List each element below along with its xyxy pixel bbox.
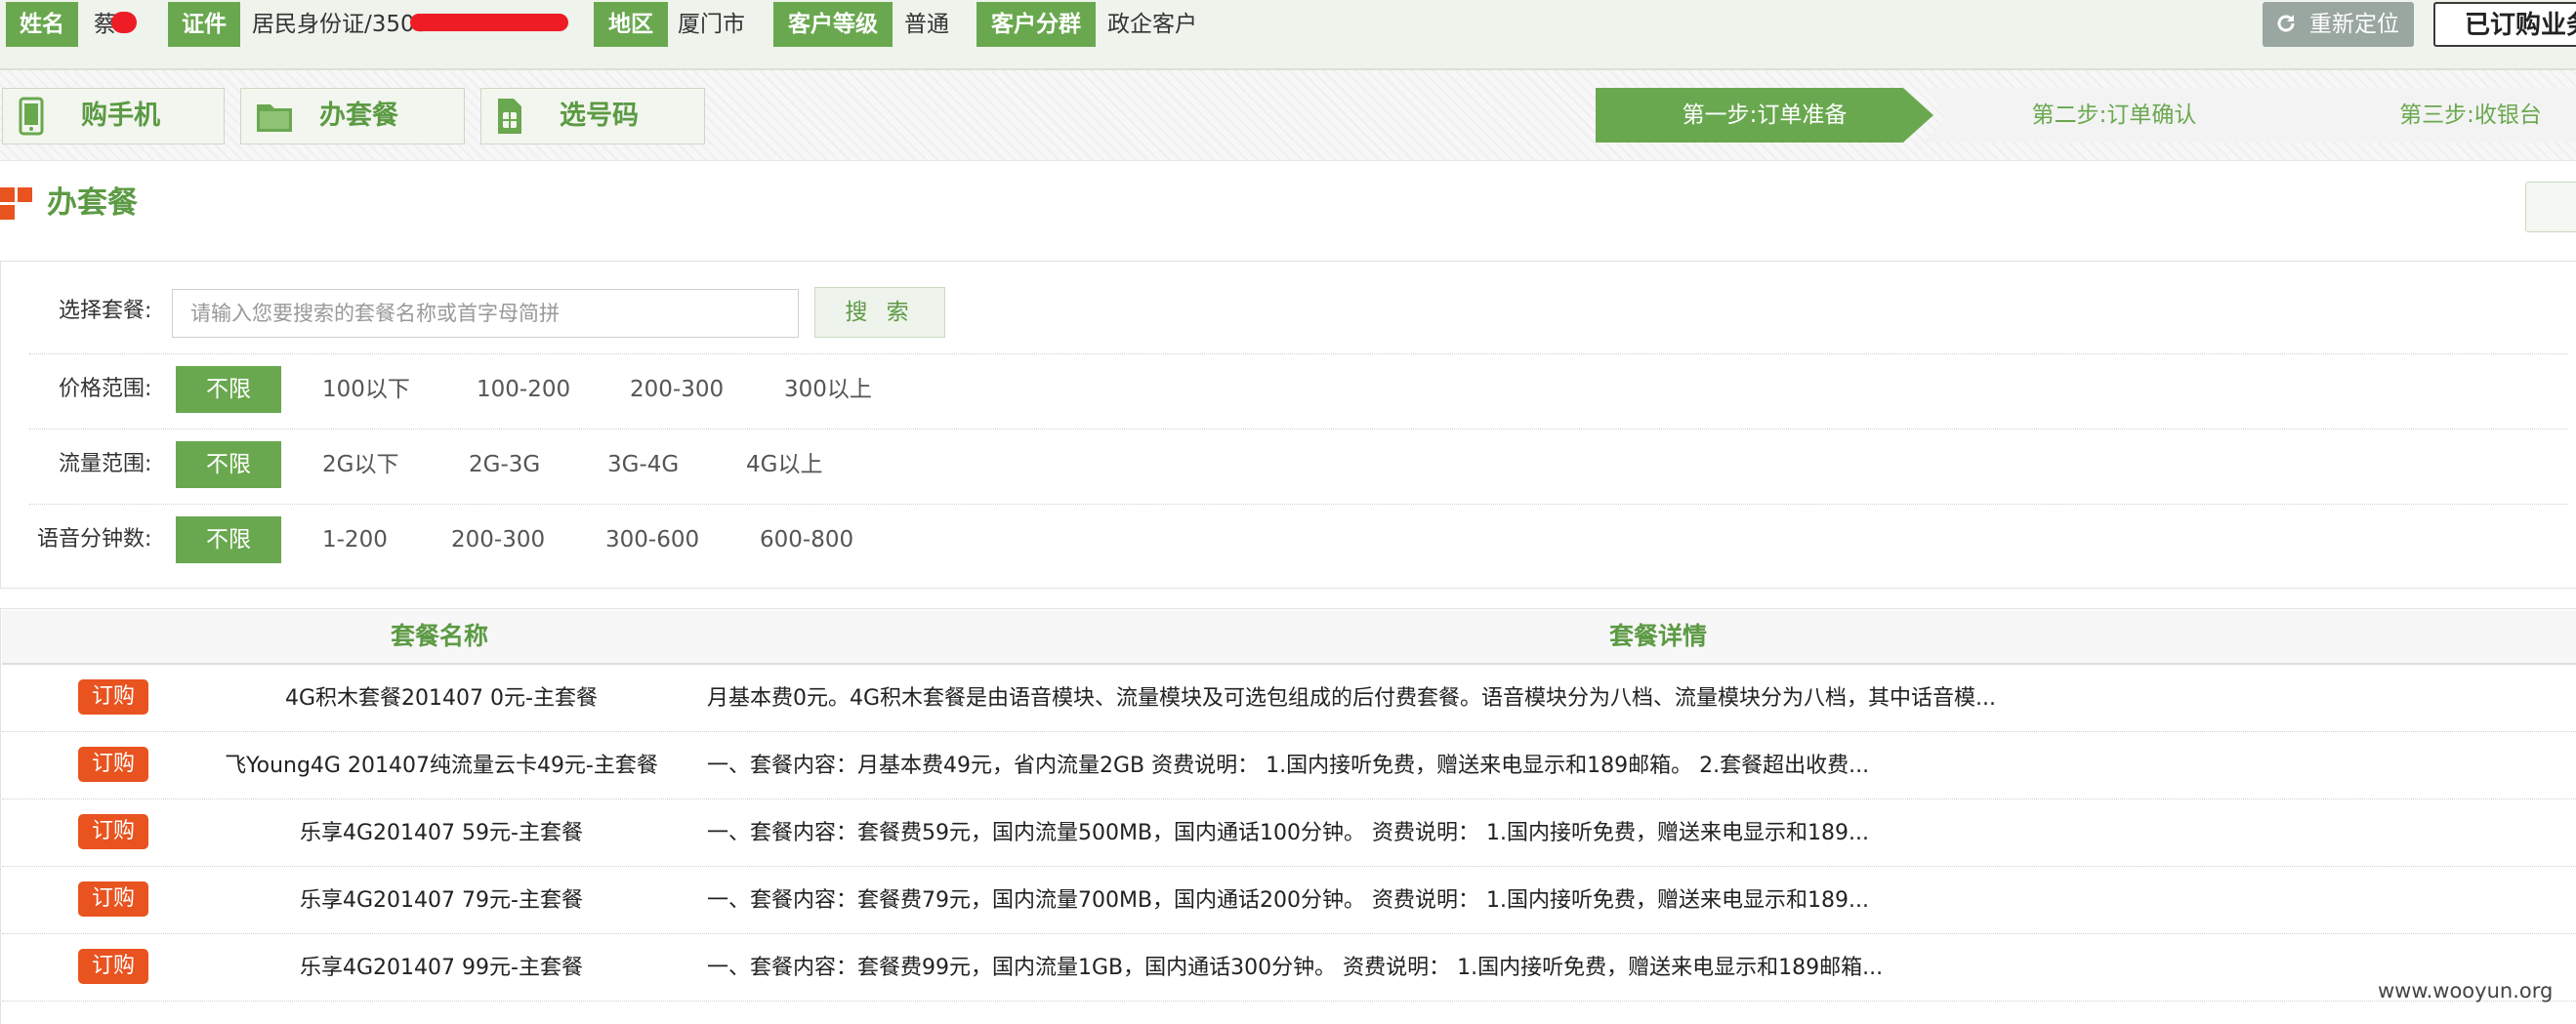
plan-name: 4G积木套餐201407 0元-主套餐	[285, 686, 598, 711]
filter-row-voice	[29, 504, 2568, 578]
price-option-unlimited[interactable]: 不限	[176, 366, 281, 413]
phone-icon	[19, 97, 44, 136]
order-button[interactable]: 订购	[78, 814, 148, 849]
price-option[interactable]: 300以上	[784, 366, 872, 413]
column-header-plan-name: 套餐名称	[391, 622, 489, 650]
table-row: 订购 飞Young4G 201407纯流量云卡49元-主套餐 一、套餐内容：月基…	[2, 731, 2576, 799]
next-button[interactable]	[2525, 182, 2576, 232]
step-order-prepare: 第一步:订单准备	[1596, 88, 1933, 143]
column-header-plan-details: 套餐详情	[1609, 622, 1708, 650]
level-label: 客户等级	[773, 2, 893, 47]
redaction-mark	[111, 12, 137, 33]
customer-info-bar: 姓名 蔡 证件 居民身份证/3503 地区 厦门市 客户等级 普通 客户分群 政…	[0, 0, 2576, 70]
section-title: 办套餐	[47, 185, 138, 221]
nav-pick-number-label: 选号码	[560, 101, 639, 131]
plan-name: 乐享4G201407 59元-主套餐	[300, 821, 583, 845]
name-label: 姓名	[6, 2, 78, 47]
price-option[interactable]: 200-300	[630, 366, 724, 413]
data-range-label: 流量范围:	[59, 452, 152, 476]
id-value: 居民身份证/3503	[252, 12, 430, 37]
sim-card-icon	[498, 99, 521, 134]
plan-search-input[interactable]	[172, 289, 799, 338]
nav-buy-phone[interactable]: 购手机	[2, 88, 225, 144]
price-option[interactable]: 100以下	[322, 366, 410, 413]
plan-detail: 一、套餐内容：套餐费99元，国内流量1GB，国内通话300分钟。 资费说明： 1…	[707, 956, 1884, 980]
table-row: 订购 乐享4G201407 59元-主套餐 一、套餐内容：套餐费59元，国内流量…	[2, 799, 2576, 867]
data-option[interactable]: 4G以上	[746, 441, 822, 488]
order-button[interactable]: 订购	[78, 881, 148, 917]
plan-name: 飞Young4G 201407纯流量云卡49元-主套餐	[225, 754, 658, 778]
data-option[interactable]: 3G-4G	[607, 441, 679, 488]
plan-name: 乐享4G201407 99元-主套餐	[300, 956, 583, 980]
search-button[interactable]: 搜 索	[814, 287, 945, 338]
step-order-confirm: 第二步:订单确认	[1924, 88, 2305, 143]
subscribed-services-button[interactable]: 已订购业务	[2433, 2, 2576, 47]
group-value: 政企客户	[1107, 12, 1197, 37]
voice-option[interactable]: 200-300	[451, 516, 545, 563]
table-header	[2, 610, 2576, 665]
filter-row-price	[29, 353, 2568, 430]
voice-option[interactable]: 600-800	[760, 516, 853, 563]
nav-plan-label: 办套餐	[319, 101, 398, 131]
order-button[interactable]: 订购	[78, 747, 148, 782]
plan-detail: 一、套餐内容：套餐费79元，国内流量700MB，国内通话200分钟。 资费说明：…	[707, 888, 1870, 913]
level-value: 普通	[904, 12, 949, 37]
plan-detail: 一、套餐内容：套餐费59元，国内流量500MB，国内通话100分钟。 资费说明：…	[707, 821, 1870, 845]
grid-icon	[0, 187, 32, 220]
order-button[interactable]: 订购	[78, 949, 148, 984]
relocate-label: 重新定位	[2309, 12, 2399, 37]
region-label: 地区	[594, 2, 668, 47]
table-row: 订购 乐享4G201407 99元-主套餐 一、套餐内容：套餐费99元，国内流量…	[2, 933, 2576, 1002]
table-row: 订购 乐享4G201407 79元-主套餐 一、套餐内容：套餐费79元，国内流量…	[2, 866, 2576, 934]
plan-name: 乐享4G201407 79元-主套餐	[300, 888, 583, 913]
nav-buy-phone-label: 购手机	[81, 101, 160, 131]
data-option-unlimited[interactable]: 不限	[176, 441, 281, 488]
price-range-label: 价格范围:	[59, 377, 152, 401]
voice-minutes-label: 语音分钟数:	[37, 527, 152, 552]
voice-option[interactable]: 300-600	[605, 516, 699, 563]
plan-detail: 月基本费0元。4G积木套餐是由语音模块、流量模块及可选包组成的后付费套餐。语音模…	[707, 686, 1997, 711]
redaction-mark	[410, 14, 568, 31]
plan-detail: 一、套餐内容：月基本费49元，省内流量2GB 资费说明： 1.国内接听免费，赠送…	[707, 754, 1870, 778]
order-button[interactable]: 订购	[78, 679, 148, 715]
watermark: www.wooyun.org	[2378, 979, 2554, 1003]
filter-row-data	[29, 429, 2568, 505]
select-plan-label: 选择套餐:	[59, 299, 152, 323]
folder-icon	[257, 104, 292, 132]
voice-option-unlimited[interactable]: 不限	[176, 516, 281, 563]
group-label: 客户分群	[976, 2, 1096, 47]
id-label: 证件	[168, 2, 240, 47]
nav-pick-number[interactable]: 选号码	[480, 88, 705, 144]
region-value: 厦门市	[678, 12, 745, 37]
nav-plan[interactable]: 办套餐	[240, 88, 465, 144]
relocate-button[interactable]: 重新定位	[2263, 2, 2414, 47]
table-row: 订购 4G积木套餐201407 0元-主套餐 月基本费0元。4G积木套餐是由语音…	[2, 664, 2576, 732]
refresh-icon	[2277, 15, 2295, 32]
data-option[interactable]: 2G-3G	[469, 441, 540, 488]
step-checkout: 第三步:收银台	[2275, 88, 2576, 143]
price-option[interactable]: 100-200	[477, 366, 570, 413]
voice-option[interactable]: 1-200	[322, 516, 388, 563]
data-option[interactable]: 2G以下	[322, 441, 398, 488]
